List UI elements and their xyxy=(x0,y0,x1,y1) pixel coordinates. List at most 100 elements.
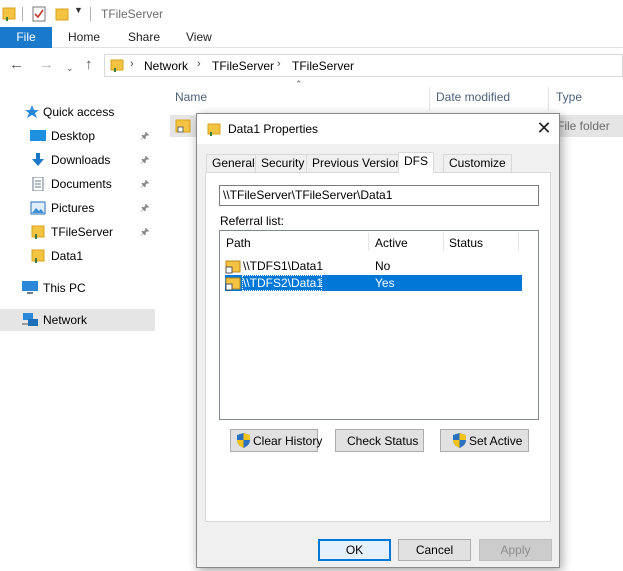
tab-general[interactable]: General xyxy=(206,154,261,172)
shared-folder-icon xyxy=(225,277,241,291)
apply-button[interactable]: Apply xyxy=(479,539,552,561)
breadcrumb-server[interactable]: TFileServer xyxy=(212,59,274,73)
column-header-path[interactable]: Path xyxy=(226,236,251,250)
titlebar-separator xyxy=(90,7,91,21)
navigation-bar: ← → ⌄ ↑ › Network › TFileServer › TFileS… xyxy=(0,48,623,82)
column-header-status[interactable]: Status xyxy=(449,236,483,250)
set-active-button[interactable]: Set Active xyxy=(440,429,529,452)
nav-item-label: Downloads xyxy=(51,153,111,167)
pictures-icon xyxy=(30,201,46,215)
window-titlebar: ▼ TFileServer xyxy=(0,0,623,27)
breadcrumb-share[interactable]: TFileServer xyxy=(292,59,354,73)
titlebar-separator xyxy=(22,7,23,21)
dfs-path-field[interactable]: \\TFileServer\TFileServer\Data1 xyxy=(219,185,539,206)
nav-item-pictures[interactable]: Pictures 🖈 xyxy=(0,197,155,219)
ribbon-tab-home[interactable]: Home xyxy=(68,27,100,48)
folder-pin-icon xyxy=(2,7,16,21)
customize-toolbar-icon[interactable]: ▼ xyxy=(74,5,83,15)
nav-item-downloads[interactable]: Downloads 🖈 xyxy=(0,149,155,171)
column-divider[interactable] xyxy=(429,87,430,111)
back-arrow-icon[interactable]: ← xyxy=(9,57,24,73)
ribbon-tab-file[interactable]: File xyxy=(0,27,52,48)
breadcrumb-network[interactable]: Network xyxy=(144,59,188,73)
pin-icon[interactable]: 🖈 xyxy=(140,153,149,170)
referral-list[interactable]: Path Active Status \\TDFS1\Data1 No \\TD… xyxy=(219,230,539,420)
pin-icon[interactable]: 🖈 xyxy=(140,225,149,242)
address-bar[interactable]: › Network › TFileServer › TFileServer xyxy=(104,54,623,77)
up-arrow-icon[interactable]: ↑ xyxy=(85,57,93,73)
breadcrumb-separator-icon[interactable]: › xyxy=(130,58,134,70)
recent-locations-chevron-icon[interactable]: ⌄ xyxy=(66,60,74,76)
tab-dfs[interactable]: DFS xyxy=(398,152,434,173)
nav-item-label: TFileServer xyxy=(51,225,114,239)
breadcrumb-separator-icon[interactable]: › xyxy=(277,58,281,70)
file-type: File folder xyxy=(557,119,610,133)
nav-item-network[interactable]: Network xyxy=(0,309,155,331)
uac-shield-icon xyxy=(237,433,250,448)
referral-row-selected[interactable]: \\TDFS2\Data1 Yes xyxy=(225,275,522,291)
tab-security[interactable]: Security xyxy=(255,154,311,172)
uac-shield-icon xyxy=(453,433,466,448)
desktop-icon xyxy=(30,130,46,141)
check-status-button[interactable]: Check Status xyxy=(335,429,424,452)
navigation-pane: Quick access Desktop 🖈 Downloads 🖈 Docum… xyxy=(0,82,157,571)
nav-item-label: Documents xyxy=(51,177,112,191)
tab-customize[interactable]: Customize xyxy=(443,154,512,172)
breadcrumb-separator-icon[interactable]: › xyxy=(197,58,201,70)
column-header-date-modified[interactable]: Date modified xyxy=(436,90,510,104)
dialog-title: Data1 Properties xyxy=(228,122,319,136)
nav-item-data1[interactable]: Data1 xyxy=(0,245,155,267)
button-label: Check Status xyxy=(347,434,419,448)
referral-list-label: Referral list: xyxy=(220,214,285,228)
folder-icon xyxy=(207,123,221,136)
clear-history-button[interactable]: Clear History xyxy=(230,429,322,452)
pin-icon[interactable]: 🖈 xyxy=(140,177,149,194)
column-divider[interactable] xyxy=(518,233,519,251)
star-icon xyxy=(25,105,39,118)
nav-item-this-pc[interactable]: This PC xyxy=(0,277,155,299)
referral-row[interactable]: \\TDFS1\Data1 No xyxy=(225,258,522,274)
nav-item-label: Pictures xyxy=(51,201,95,215)
nav-item-label: Data1 xyxy=(51,249,84,263)
shared-folder-icon xyxy=(225,260,241,274)
ribbon: File Home Share View xyxy=(0,27,623,48)
sort-ascending-icon: ⌃ xyxy=(295,79,303,89)
column-header-type[interactable]: Type xyxy=(556,90,582,104)
referral-active: Yes xyxy=(375,276,395,290)
nav-item-documents[interactable]: Documents 🖈 xyxy=(0,173,155,195)
new-folder-icon[interactable] xyxy=(55,6,69,22)
column-header-active[interactable]: Active xyxy=(375,236,408,250)
column-header-name[interactable]: Name xyxy=(175,90,207,104)
properties-dialog: Data1 Properties ✕ General Security Prev… xyxy=(196,113,560,568)
button-label: Clear History xyxy=(253,434,323,448)
folder-icon xyxy=(31,225,45,239)
nav-item-label: This PC xyxy=(43,281,86,295)
folder-icon xyxy=(110,59,124,72)
nav-item-tfileserver[interactable]: TFileServer 🖈 xyxy=(0,221,155,243)
ribbon-tab-share[interactable]: Share xyxy=(128,27,160,48)
referral-active: No xyxy=(375,259,391,273)
column-divider[interactable] xyxy=(368,233,369,251)
download-icon xyxy=(32,153,44,166)
pin-icon[interactable]: 🖈 xyxy=(140,129,149,146)
cancel-button[interactable]: Cancel xyxy=(398,539,471,561)
nav-item-quick-access[interactable]: Quick access xyxy=(0,101,155,123)
ribbon-tab-view[interactable]: View xyxy=(186,27,212,48)
nav-item-label: Desktop xyxy=(51,129,96,143)
shared-folder-icon xyxy=(175,119,191,133)
column-divider[interactable] xyxy=(443,233,444,251)
button-label: Set Active xyxy=(469,434,523,448)
properties-icon[interactable] xyxy=(32,6,46,22)
computer-icon xyxy=(22,281,38,294)
close-icon[interactable]: ✕ xyxy=(533,117,555,139)
dialog-titlebar[interactable]: Data1 Properties ✕ xyxy=(197,114,559,144)
forward-arrow-icon[interactable]: → xyxy=(39,57,54,73)
nav-item-label: Quick access xyxy=(43,105,115,119)
column-divider[interactable] xyxy=(548,87,549,111)
folder-icon xyxy=(31,249,45,263)
ok-button[interactable]: OK xyxy=(318,539,391,561)
nav-item-desktop[interactable]: Desktop 🖈 xyxy=(0,125,155,147)
pin-icon[interactable]: 🖈 xyxy=(140,201,149,218)
referral-path: \\TDFS1\Data1 xyxy=(243,259,324,273)
dfs-tab-panel: \\TFileServer\TFileServer\Data1 Referral… xyxy=(205,172,551,522)
